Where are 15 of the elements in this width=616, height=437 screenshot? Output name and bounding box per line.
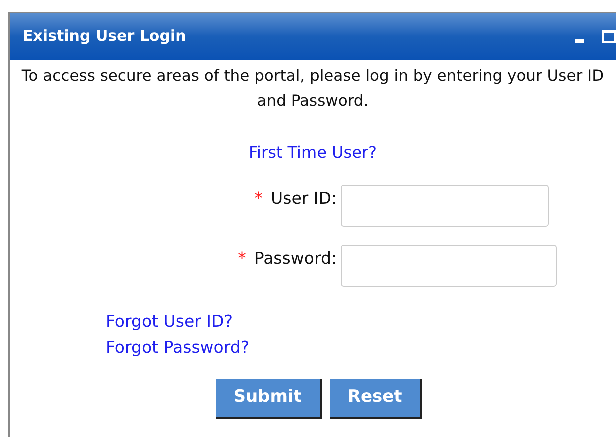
required-mark: * — [254, 188, 264, 210]
minimize-icon[interactable] — [575, 38, 584, 42]
field-label: User ID: — [271, 188, 337, 210]
input-field[interactable] — [341, 245, 557, 287]
submit-button[interactable]: Submit — [216, 379, 322, 419]
maximize-icon[interactable] — [602, 30, 616, 43]
forgot-link[interactable]: Forgot Password? — [106, 335, 250, 361]
first-time-user-link[interactable]: First Time User? — [249, 141, 377, 165]
input-field[interactable] — [341, 185, 549, 227]
field-label: Password: — [254, 248, 337, 270]
panel-title: Existing User Login — [23, 26, 186, 48]
intro-text: To access secure areas of the portal, please log in by entering your User ID and Password. — [20, 66, 606, 112]
required-mark: * — [238, 248, 246, 270]
forgot-link[interactable]: Forgot User ID? — [106, 309, 250, 335]
reset-button[interactable]: Reset — [330, 379, 422, 419]
